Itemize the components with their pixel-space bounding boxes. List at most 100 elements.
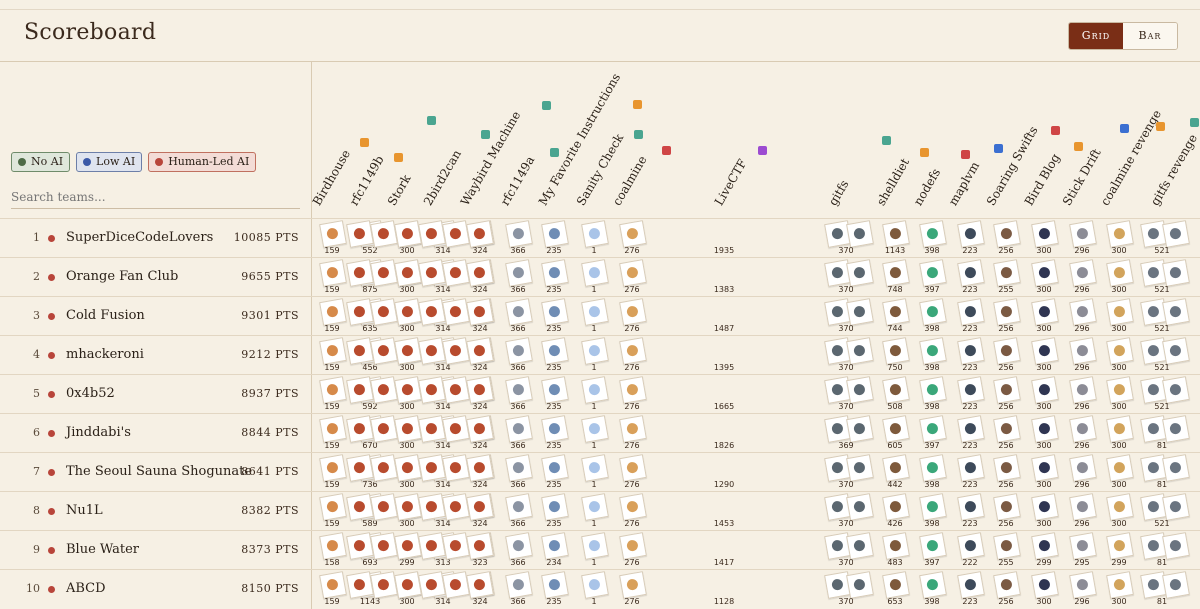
solve-badge-icon[interactable] [581,376,609,404]
solve-badge-icon[interactable] [882,298,910,326]
solve-badge-icon[interactable] [581,493,609,521]
solve-badge-icon[interactable] [319,298,347,326]
solve-badge-icon[interactable] [619,532,647,560]
solve-badge-icon[interactable] [846,376,874,404]
solve-badge-icon[interactable] [619,454,647,482]
solve-badge-icon[interactable] [1106,337,1134,365]
solve-badge-icon[interactable] [319,337,347,365]
solve-badge-icon[interactable] [1031,220,1059,248]
solve-badge-icon[interactable] [1106,259,1134,287]
solve-badge-icon[interactable] [1069,298,1097,326]
team-name[interactable]: ABCD [66,581,106,596]
solve-badge-icon[interactable] [466,415,494,443]
solve-badge-icon[interactable] [957,415,985,443]
solve-badge-icon[interactable] [1106,493,1134,521]
solve-badge-icon[interactable] [919,259,947,287]
solve-badge-icon[interactable] [919,337,947,365]
solve-badge-icon[interactable] [882,337,910,365]
solve-badge-icon[interactable] [505,220,533,248]
team-name[interactable]: The Seoul Sauna Shogunate [66,464,252,479]
solve-badge-icon[interactable] [882,220,910,248]
solve-badge-icon[interactable] [581,532,609,560]
solve-badge-icon[interactable] [1106,220,1134,248]
solve-badge-icon[interactable] [993,220,1021,248]
solve-badge-icon[interactable] [466,532,494,560]
challenge-label[interactable]: shelldiet [874,156,912,208]
team-row[interactable]: 7 The Seoul Sauna Shogunate 8641 PTS [0,452,312,491]
solve-badge-icon[interactable] [581,298,609,326]
team-row[interactable]: 3 Cold Fusion 9301 PTS [0,296,312,335]
challenge-label[interactable]: gitfs [826,178,852,208]
solve-badge-icon[interactable] [1106,376,1134,404]
solve-badge-icon[interactable] [846,454,874,482]
solve-badge-icon[interactable] [619,259,647,287]
challenge-label[interactable]: coalmine [610,153,650,208]
solve-badge-icon[interactable] [505,376,533,404]
solve-badge-icon[interactable] [1031,493,1059,521]
solve-badge-icon[interactable] [1031,454,1059,482]
solve-badge-icon[interactable] [541,259,569,287]
solve-badge-icon[interactable] [957,571,985,599]
solve-badge-icon[interactable] [541,454,569,482]
solve-badge-icon[interactable] [319,454,347,482]
solve-badge-icon[interactable] [1031,532,1059,560]
solve-badge-icon[interactable] [993,376,1021,404]
solve-badge-icon[interactable] [882,376,910,404]
team-name[interactable]: Nu1L [66,503,103,518]
solve-badge-icon[interactable] [1069,259,1097,287]
solve-badge-icon[interactable] [319,532,347,560]
solve-badge-icon[interactable] [466,571,494,599]
solve-badge-icon[interactable] [1069,571,1097,599]
solve-badge-icon[interactable] [1069,415,1097,443]
solve-badge-icon[interactable] [1031,337,1059,365]
team-name[interactable]: SuperDiceCodeLovers [66,230,213,245]
filter-no-ai[interactable]: No AI [11,152,71,172]
solve-badge-icon[interactable] [505,259,533,287]
solve-badge-icon[interactable] [319,571,347,599]
team-row[interactable]: 9 Blue Water 8373 PTS [0,530,312,569]
solve-badge-icon[interactable] [919,415,947,443]
challenge-label[interactable]: Stork [385,172,414,208]
solve-badge-icon[interactable] [919,493,947,521]
solve-badge-icon[interactable] [846,337,874,365]
solve-badge-icon[interactable] [957,337,985,365]
solve-badge-icon[interactable] [505,571,533,599]
solve-badge-icon[interactable] [846,298,874,326]
solve-badge-icon[interactable] [1031,415,1059,443]
solve-badge-icon[interactable] [1162,415,1190,443]
solve-badge-icon[interactable] [1162,220,1190,248]
challenge-label[interactable]: rfc1149a [498,154,537,208]
solve-badge-icon[interactable] [957,298,985,326]
solve-badge-icon[interactable] [581,220,609,248]
solve-badge-icon[interactable] [541,571,569,599]
solve-badge-icon[interactable] [541,532,569,560]
solve-badge-icon[interactable] [1162,532,1190,560]
solve-badge-icon[interactable] [581,259,609,287]
solve-badge-icon[interactable] [466,454,494,482]
solve-badge-icon[interactable] [846,532,874,560]
solve-badge-icon[interactable] [619,415,647,443]
solve-badge-icon[interactable] [619,571,647,599]
solve-badge-icon[interactable] [1106,571,1134,599]
solve-badge-icon[interactable] [1162,493,1190,521]
challenge-label[interactable]: Stick Drift [1060,146,1104,208]
solve-badge-icon[interactable] [882,454,910,482]
solve-badge-icon[interactable] [1162,259,1190,287]
solve-badge-icon[interactable] [619,376,647,404]
solve-badge-icon[interactable] [541,415,569,443]
solve-badge-icon[interactable] [1106,415,1134,443]
solve-badge-icon[interactable] [505,454,533,482]
solve-badge-icon[interactable] [466,337,494,365]
solve-badge-icon[interactable] [581,415,609,443]
team-name[interactable]: Blue Water [66,542,139,557]
solve-badge-icon[interactable] [1162,298,1190,326]
solve-badge-icon[interactable] [993,532,1021,560]
team-name[interactable]: Cold Fusion [66,308,145,323]
solve-badge-icon[interactable] [319,493,347,521]
solve-badge-icon[interactable] [957,220,985,248]
solve-badge-icon[interactable] [846,259,874,287]
solve-badge-icon[interactable] [882,415,910,443]
solve-badge-icon[interactable] [993,259,1021,287]
solve-badge-icon[interactable] [919,571,947,599]
solve-badge-icon[interactable] [957,454,985,482]
